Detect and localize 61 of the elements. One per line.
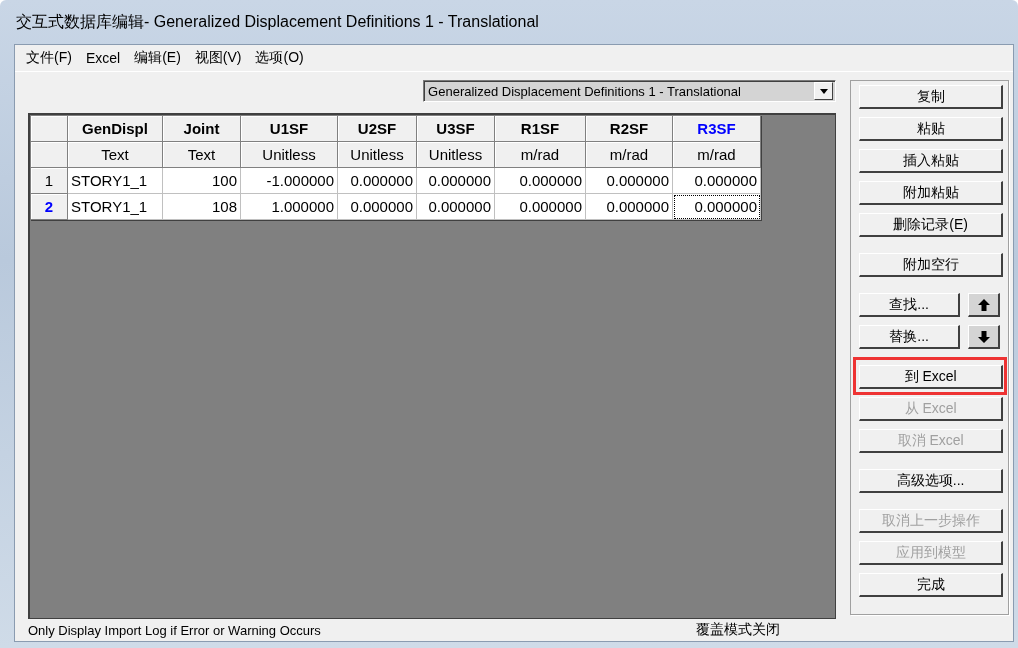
table-cell: 0.000000	[495, 194, 586, 220]
toolbar-button[interactable]: 附加粘贴	[859, 181, 1004, 205]
column-header[interactable]: U2SF	[338, 116, 417, 142]
dropdown-arrow-icon	[819, 88, 828, 94]
row-header[interactable]: 1	[31, 168, 68, 194]
header-corner	[31, 116, 68, 142]
down-arrow-button[interactable]	[968, 325, 1001, 349]
unit-header: Unitless	[241, 142, 338, 168]
toolbar-button[interactable]: 粘贴	[859, 117, 1004, 141]
table-cell: 0.000000	[673, 194, 761, 220]
unit-header: Unitless	[417, 142, 495, 168]
status-mode: 覆盖模式关闭	[696, 621, 780, 639]
table-cell: 0.000000	[586, 194, 673, 220]
column-header[interactable]: R2SF	[586, 116, 673, 142]
toolbar-button[interactable]: 复制	[859, 85, 1004, 109]
table-cell: 0.000000	[338, 168, 417, 194]
table-cell: 0.000000	[586, 168, 673, 194]
toolbar-button[interactable]: 附加空行	[859, 253, 1004, 277]
unit-header: m/rad	[495, 142, 586, 168]
table-cell: 0.000000	[338, 194, 417, 220]
menu-item[interactable]: 文件(F)	[19, 49, 79, 67]
window-title: 交互式数据库编辑- Generalized Displacement Definitions 1 - Translational	[15, 11, 540, 32]
column-header[interactable]: Joint	[163, 116, 241, 142]
menu-item[interactable]: 视图(V)	[187, 49, 249, 67]
up-arrow-icon	[976, 297, 991, 312]
table-cell: 1.000000	[241, 194, 338, 220]
unit-header: Text	[68, 142, 163, 168]
table-cell: 100	[163, 168, 241, 194]
toolbar-button[interactable]: 到 Excel	[859, 365, 1004, 389]
unit-header: Text	[163, 142, 241, 168]
unit-header: Unitless	[338, 142, 417, 168]
unit-header: m/rad	[673, 142, 761, 168]
table-cell: 108	[163, 194, 241, 220]
toolbar-button[interactable]: 高级选项...	[859, 469, 1004, 493]
header-corner	[31, 142, 68, 168]
up-arrow-button[interactable]	[968, 293, 1001, 317]
table-cell: 0.000000	[673, 168, 761, 194]
menu-item[interactable]: 选项(O)	[248, 49, 311, 67]
table-cell: 0.000000	[495, 168, 586, 194]
toolbar-button[interactable]: 替换...	[859, 325, 961, 349]
table-cell: -1.000000	[241, 168, 338, 194]
table-cell: STORY1_1	[68, 194, 163, 220]
table-cell: STORY1_1	[68, 168, 163, 194]
toolbar-button[interactable]: 完成	[859, 573, 1004, 597]
menu-item[interactable]: Excel	[78, 50, 128, 66]
row-header[interactable]: 2	[31, 194, 68, 220]
toolbar-button[interactable]: 删除记录(E)	[859, 213, 1004, 237]
toolbar-button[interactable]: 查找...	[859, 293, 961, 317]
column-header[interactable]: R3SF	[673, 116, 761, 142]
column-header[interactable]: U1SF	[241, 116, 338, 142]
status-message: Only Display Import Log if Error or Warning Occurs	[28, 622, 322, 638]
table-dropdown[interactable]: Generalized Displacement Definitions 1 - Translational	[423, 80, 837, 102]
unit-header: m/rad	[586, 142, 673, 168]
toolbar-button[interactable]: 插入粘贴	[859, 149, 1004, 173]
column-header[interactable]: U3SF	[417, 116, 495, 142]
table-cell: 0.000000	[417, 194, 495, 220]
column-header[interactable]: GenDispl	[68, 116, 163, 142]
down-arrow-icon	[976, 329, 991, 344]
menu-item[interactable]: 编辑(E)	[127, 49, 188, 67]
column-header[interactable]: R1SF	[495, 116, 586, 142]
table-cell: 0.000000	[417, 168, 495, 194]
